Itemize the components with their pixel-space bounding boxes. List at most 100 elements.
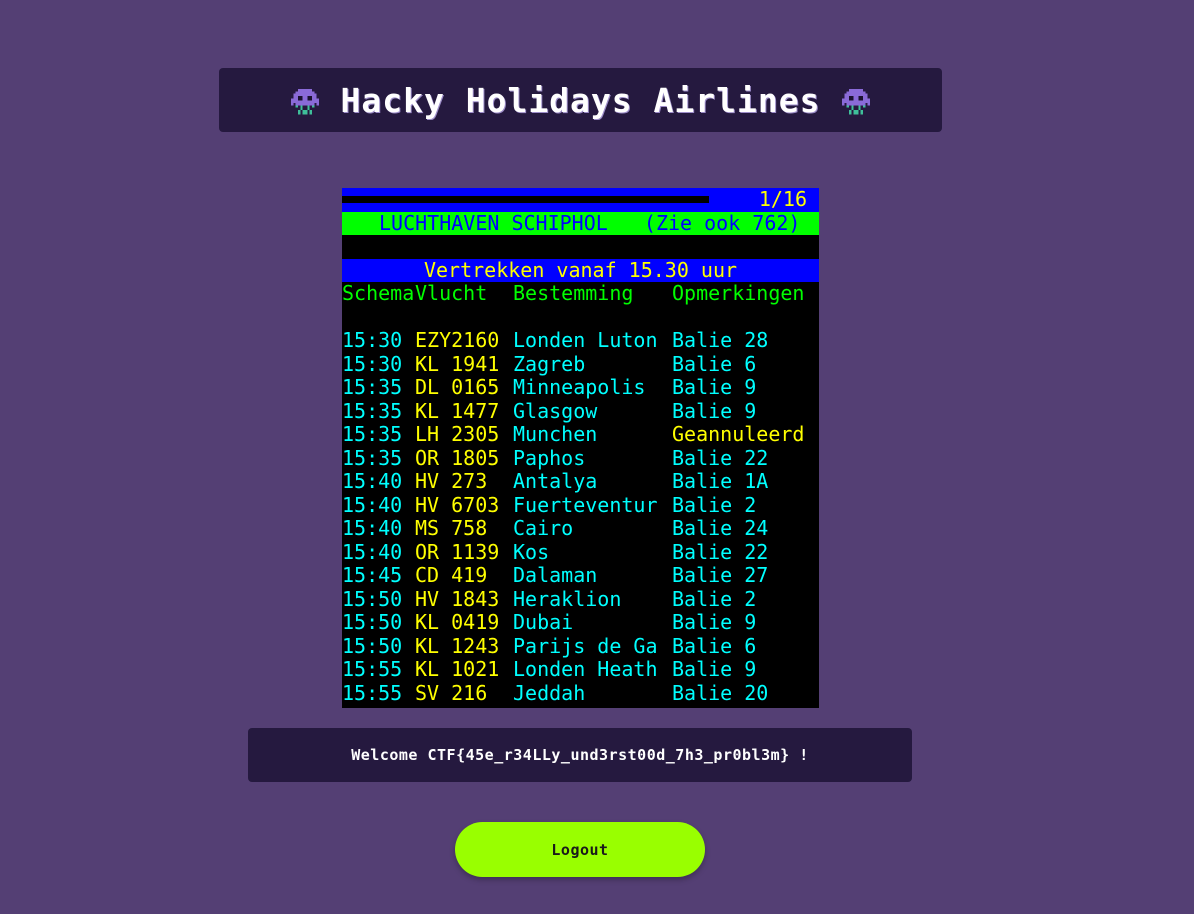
flight-number: KL 0419 (415, 610, 500, 634)
column-header-remarks: Opmerkingen (672, 281, 805, 305)
flight-destination: Antalya (513, 469, 598, 493)
flight-remarks: Balie 6 (672, 633, 757, 658)
flight-time: 15:40 (342, 469, 403, 493)
flight-number: HV 6703 (415, 492, 500, 517)
flight-time: 15:55 (342, 680, 403, 705)
flight-number: CD 419 (415, 563, 488, 587)
flight-destination: Paphos (513, 445, 586, 470)
flight-destination: Fuerteventur (513, 492, 658, 517)
flight-number: DL 0165 (415, 375, 500, 399)
flight-destination: Dalaman (513, 563, 598, 587)
flight-row: 15:50 KL 1243 Parijs de Ga Balie 6 (342, 633, 819, 659)
flight-number: KL 1021 (415, 657, 500, 681)
column-header-time: Schema (342, 281, 415, 305)
flight-row: 15:35 KL 1477 Glasgow Balie 9 (342, 398, 819, 424)
flight-remarks: Balie 27 (672, 563, 769, 587)
flight-time: 15:40 (342, 516, 403, 540)
airport-title: LUCHTHAVEN SCHIPHOL (Zie ook 762) (342, 211, 819, 235)
flight-number: OR 1805 (415, 445, 500, 470)
flight-row: 15:35 DL 0165 Minneapolis Balie 9 (342, 375, 819, 400)
flight-destination: Kos (513, 539, 550, 564)
flight-row: 15:35 LH 2305 Munchen Geannuleerd (342, 422, 819, 447)
flight-remarks: Balie 9 (672, 398, 757, 423)
logout-button[interactable]: Logout (455, 822, 705, 877)
flight-number: KL 1941 (415, 351, 500, 376)
flight-destination: Minneapolis (513, 375, 646, 399)
flight-destination: Munchen (513, 422, 598, 446)
flight-remarks: Balie 6 (672, 351, 757, 376)
flight-remarks: Balie 2 (672, 492, 757, 517)
flight-time: 15:35 (342, 422, 403, 446)
flight-row: 15:40 OR 1139 Kos Balie 22 (342, 539, 819, 565)
flight-remarks: Geannuleerd (672, 422, 805, 446)
flight-destination: Londen Luton (513, 328, 658, 352)
flight-destination: Zagreb (513, 351, 586, 376)
flight-row: 15:30 EZY2160 Londen Luton Balie 28 (342, 328, 819, 353)
flight-remarks: Balie 20 (672, 680, 769, 705)
spacer-row (342, 306, 819, 330)
flight-destination: Cairo (513, 516, 574, 540)
flight-number: EZY2160 (415, 328, 500, 352)
flight-remarks: Balie 9 (672, 610, 757, 634)
flight-row: 15:55 SV 216 Jeddah Balie 20 (342, 680, 819, 706)
column-header-destination: Bestemming (513, 281, 634, 305)
flight-destination: Glasgow (513, 398, 598, 423)
flight-time: 15:40 (342, 492, 403, 517)
teletext-departures-board: 1/16 LUCHTHAVEN SCHIPHOL (Zie ook 762) V… (342, 188, 819, 708)
column-headers: SchemaVlucht Bestemming Opmerkingen (342, 281, 819, 306)
welcome-message: Welcome CTF{45e_r34LLy_und3rst00d_7h3_pr… (248, 728, 912, 782)
flight-time: 15:30 (342, 328, 403, 352)
flight-number: KL 1243 (415, 633, 500, 658)
flight-number: OR 1139 (415, 539, 500, 564)
flight-remarks: Balie 22 (672, 539, 769, 564)
flight-row: 15:35 OR 1805 Paphos Balie 22 (342, 445, 819, 471)
column-header-flight: Vlucht (415, 281, 488, 305)
page-indicator: 1/16 (758, 188, 807, 211)
flight-destination: Jeddah (513, 680, 586, 705)
flight-number: SV 216 (415, 680, 488, 705)
flight-destination: Dubai (513, 610, 574, 634)
alien-icon (842, 89, 871, 115)
site-header: Hacky Holidays Airlines (219, 68, 942, 132)
page-progress-bar (342, 196, 709, 203)
flight-number: HV 273 (415, 469, 488, 493)
site-title: Hacky Holidays Airlines (340, 80, 821, 120)
flight-time: 15:50 (342, 610, 403, 634)
flight-row: 15:55 KL 1021 Londen Heath Balie 9 (342, 657, 819, 682)
flight-number: KL 1477 (415, 398, 500, 423)
flight-row: 15:40 HV 6703 Fuerteventur Balie 2 (342, 492, 819, 518)
flight-remarks: Balie 1A (672, 469, 769, 493)
flight-time: 15:35 (342, 375, 403, 399)
flight-time: 15:50 (342, 633, 403, 658)
flight-remarks: Balie 22 (672, 445, 769, 470)
flight-time: 15:35 (342, 398, 403, 423)
flight-row: 15:30 KL 1941 Zagreb Balie 6 (342, 351, 819, 377)
flight-destination: Heraklion (513, 586, 622, 611)
flight-remarks: Balie 9 (672, 375, 757, 399)
flight-number: MS 758 (415, 516, 488, 540)
teletext-page-bar: 1/16 (342, 188, 819, 212)
departures-heading: Vertrekken vanaf 15.30 uur (342, 258, 819, 282)
spacer-row (342, 235, 819, 259)
flight-destination: Parijs de Ga (513, 633, 658, 658)
flight-remarks: Balie 28 (672, 328, 769, 352)
flight-number: HV 1843 (415, 586, 500, 611)
flight-time: 15:30 (342, 351, 403, 376)
flight-time: 15:50 (342, 586, 403, 611)
flight-row: 15:50 KL 0419 Dubai Balie 9 (342, 610, 819, 635)
flight-number: LH 2305 (415, 422, 500, 446)
flight-time: 15:45 (342, 563, 403, 587)
flight-row: 15:40 MS 758 Cairo Balie 24 (342, 516, 819, 541)
flight-row: 15:40 HV 273 Antalya Balie 1A (342, 469, 819, 494)
flight-time: 15:35 (342, 445, 403, 470)
flight-remarks: Balie 24 (672, 516, 769, 540)
flight-row: 15:50 HV 1843 Heraklion Balie 2 (342, 586, 819, 612)
alien-icon (290, 89, 319, 115)
flight-list: 15:30 EZY2160 Londen Luton Balie 28 15:30 KL … (342, 328, 819, 706)
flight-remarks: Balie 2 (672, 586, 757, 611)
flight-destination: Londen Heath (513, 657, 658, 681)
flight-row: 15:45 CD 419 Dalaman Balie 27 (342, 563, 819, 588)
flight-remarks: Balie 9 (672, 657, 757, 681)
flight-time: 15:40 (342, 539, 403, 564)
flight-time: 15:55 (342, 657, 403, 681)
